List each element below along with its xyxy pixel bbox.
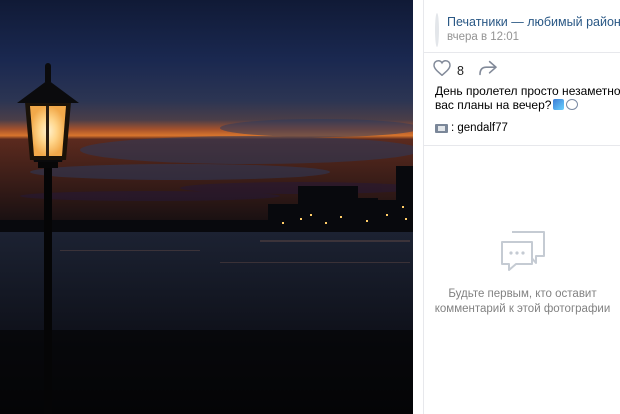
photo-viewer: Печатники — любимый район! вчера в 12:01… (0, 0, 620, 414)
like-button[interactable]: 8 (433, 59, 464, 81)
empty-comments-line1: Будьте первым, кто оставит (448, 288, 597, 300)
post-author: Печатники — любимый район! вчера в 12:01 (424, 0, 620, 49)
speech-emoji-icon (566, 99, 579, 110)
photo-user-icon (435, 123, 448, 133)
speech-bubble-icon (500, 231, 546, 276)
share-arrow-icon (478, 60, 498, 81)
post-actions: 8 (433, 59, 498, 81)
author-name-link[interactable]: Печатники — любимый район! (447, 15, 620, 30)
heart-icon (433, 59, 451, 81)
post-time[interactable]: вчера в 12:01 (447, 30, 620, 45)
photo-image (0, 0, 413, 414)
layout-divider (413, 0, 423, 414)
post-text: День пролетел просто незаметно. Какие у … (435, 84, 620, 112)
tagged-user[interactable]: : gendalf77 (435, 122, 508, 134)
comments-separator (424, 145, 620, 146)
post-text-line2: вас планы на вечер? (435, 98, 552, 112)
post-text-line1: День пролетел просто незаметно. Какие у (435, 84, 620, 98)
picture-emoji-icon (553, 99, 565, 110)
tagged-user-name[interactable]: : gendalf77 (451, 122, 508, 134)
post-sidebar: Печатники — любимый район! вчера в 12:01… (423, 0, 620, 414)
share-button[interactable] (478, 60, 498, 81)
header-separator (424, 52, 620, 53)
photo[interactable] (0, 0, 413, 414)
like-count: 8 (457, 63, 464, 78)
community-avatar[interactable] (435, 13, 439, 47)
empty-comments: Будьте первым, кто оставит комментарий к… (424, 230, 620, 317)
empty-comments-line2: комментарий к этой фотографии (434, 303, 611, 315)
